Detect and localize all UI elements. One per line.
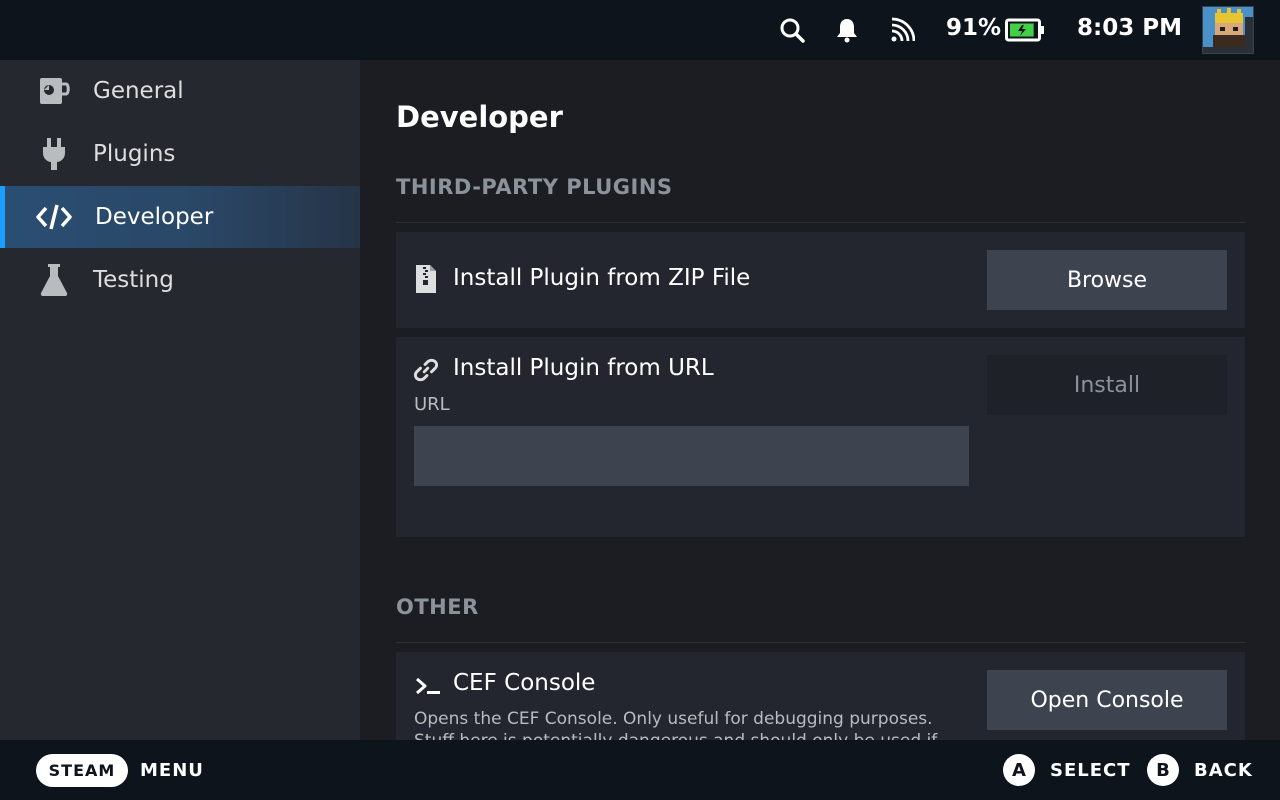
- battery-icon: [1005, 18, 1045, 42]
- clock: 8:03 PM: [1077, 15, 1182, 41]
- top-status-bar: 91% 8:03 PM: [0, 0, 1280, 60]
- plug-icon: [36, 138, 72, 170]
- a-button-glyph[interactable]: A: [1003, 754, 1035, 786]
- zip-file-icon: [414, 264, 438, 294]
- url-input[interactable]: [414, 426, 969, 486]
- sidebar-item-label: Testing: [93, 267, 174, 293]
- terminal-icon: [414, 671, 442, 701]
- sidebar-item-label: Plugins: [93, 141, 176, 167]
- cef-console-description: Opens the CEF Console. Only useful for d…: [414, 709, 937, 740]
- install-zip-label: Install Plugin from ZIP File: [453, 265, 751, 291]
- sidebar-item-testing[interactable]: Testing: [0, 249, 360, 311]
- section-divider: [396, 642, 1245, 643]
- page-title: Developer: [396, 100, 563, 134]
- install-zip-row: Install Plugin from ZIP File Browse: [396, 232, 1245, 328]
- select-label: SELECT: [1050, 760, 1131, 781]
- mug-icon: [36, 75, 72, 107]
- battery-percent: 91%: [946, 15, 1002, 41]
- avatar[interactable]: [1202, 6, 1254, 54]
- bottom-button-bar: STEAM MENU A SELECT B BACK: [0, 740, 1280, 800]
- install-url-row: Install Plugin from URL URL Install: [396, 337, 1245, 537]
- browse-button[interactable]: Browse: [987, 250, 1227, 310]
- code-icon: [36, 201, 72, 233]
- sidebar: General Plugins Developer Testing: [0, 60, 360, 740]
- b-button-glyph[interactable]: B: [1147, 754, 1179, 786]
- bell-icon[interactable]: [834, 17, 860, 43]
- cef-console-row: CEF Console Opens the CEF Console. Only …: [396, 652, 1245, 740]
- open-console-button[interactable]: Open Console: [987, 670, 1227, 730]
- cef-console-label: CEF Console: [453, 670, 596, 696]
- menu-label: MENU: [140, 760, 204, 781]
- sidebar-item-label: Developer: [95, 204, 214, 230]
- sidebar-item-general[interactable]: General: [0, 60, 360, 122]
- url-field-label: URL: [414, 394, 450, 415]
- steam-button[interactable]: STEAM: [36, 754, 128, 787]
- sidebar-item-plugins[interactable]: Plugins: [0, 123, 360, 185]
- back-label: BACK: [1194, 760, 1253, 781]
- flask-icon: [36, 264, 72, 296]
- section-divider: [396, 222, 1245, 223]
- install-button[interactable]: Install: [987, 355, 1227, 415]
- sidebar-item-developer[interactable]: Developer: [0, 186, 360, 248]
- search-icon[interactable]: [779, 17, 805, 43]
- sidebar-item-label: General: [93, 78, 184, 104]
- section-heading-other: OTHER: [396, 595, 479, 619]
- section-heading-third-party: THIRD-PARTY PLUGINS: [396, 175, 673, 199]
- link-icon: [414, 355, 438, 385]
- main-content[interactable]: Developer THIRD-PARTY PLUGINS Install Pl…: [360, 60, 1280, 740]
- install-url-label: Install Plugin from URL: [453, 355, 714, 381]
- wifi-icon: [889, 17, 916, 43]
